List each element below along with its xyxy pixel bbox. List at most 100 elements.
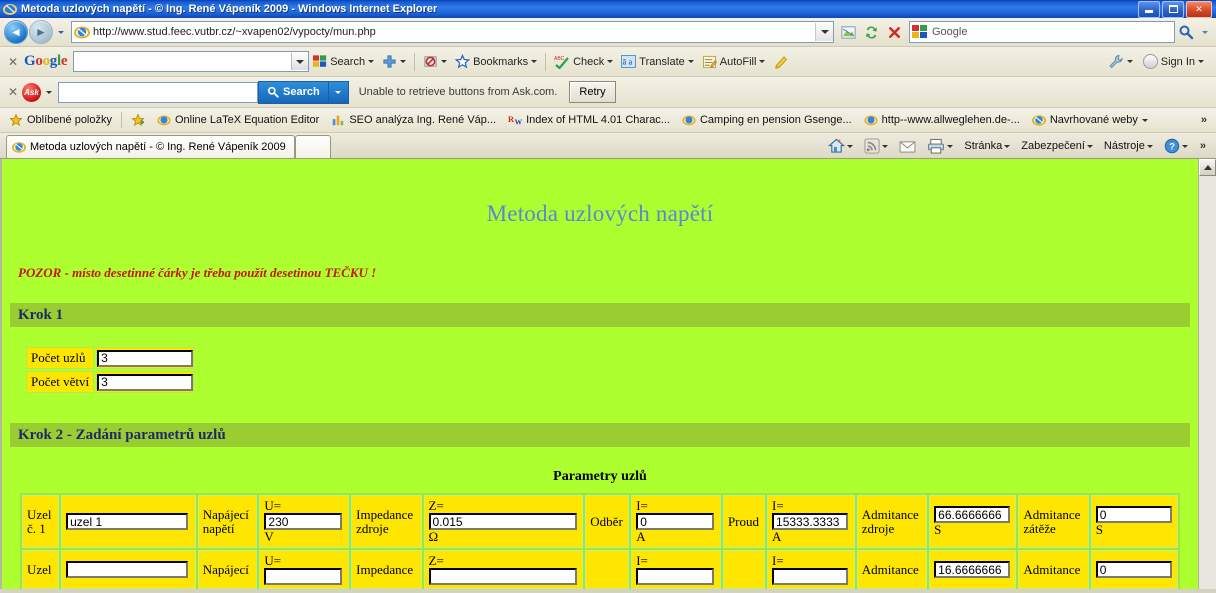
- favorite-item-camping[interactable]: Camping en pension Gsenge...: [676, 110, 858, 130]
- table-row: Počet větví: [26, 371, 195, 393]
- chevron-down-icon[interactable]: [531, 60, 538, 63]
- favorites-overflow-button[interactable]: »: [1195, 114, 1213, 126]
- supply-voltage-label-cell: Napájecí napětí: [197, 495, 258, 549]
- add-favorite-button[interactable]: [125, 110, 151, 130]
- minimize-button[interactable]: [1138, 0, 1160, 18]
- command-bar-overflow-button[interactable]: »: [1194, 140, 1212, 152]
- retry-button[interactable]: Retry: [569, 81, 616, 103]
- google-plus-button[interactable]: [378, 51, 410, 73]
- home-button[interactable]: [823, 135, 858, 157]
- compatibility-view-button[interactable]: [837, 21, 859, 43]
- chevron-down-icon[interactable]: [947, 144, 954, 148]
- ask-logo-dropdown[interactable]: [46, 90, 52, 94]
- vertical-scrollbar[interactable]: [1198, 159, 1216, 589]
- tab-bar: Metoda uzlových napětí - © Ing. René Váp…: [0, 133, 1216, 159]
- popup-blocker-button[interactable]: [419, 51, 451, 73]
- node-name-input[interactable]: [66, 513, 189, 531]
- scroll-up-button[interactable]: [1199, 159, 1216, 176]
- maximize-button[interactable]: [1162, 0, 1184, 18]
- toolbar-settings-button[interactable]: [1104, 51, 1137, 73]
- google-input-dropdown[interactable]: [291, 53, 309, 70]
- source-admittance-label-cell: Admitance zdroje: [856, 495, 928, 549]
- rss-icon: [864, 138, 880, 154]
- address-bar[interactable]: http://www.stud.feec.vutbr.cz/~xvapen02/…: [71, 21, 834, 43]
- stop-button[interactable]: [883, 21, 905, 43]
- draw-current-input[interactable]: [636, 513, 715, 531]
- node-index-label: Uzel č. 1: [27, 506, 52, 536]
- supply-voltage-label: Napájecí napětí: [202, 506, 249, 536]
- favorites-center-button[interactable]: Oblíbené položky: [3, 110, 118, 130]
- chevron-down-icon[interactable]: [1141, 118, 1148, 122]
- chevron-down-icon[interactable]: [1086, 144, 1093, 148]
- chevron-down-icon[interactable]: [368, 60, 375, 63]
- ie-page-icon: [864, 113, 878, 127]
- chevron-down-icon[interactable]: [1146, 144, 1153, 148]
- chevron-down-icon[interactable]: [687, 60, 694, 63]
- google-search-input[interactable]: [73, 51, 310, 72]
- chevron-down-icon[interactable]: [607, 60, 614, 63]
- chevron-down-icon[interactable]: [1181, 144, 1188, 148]
- source-impedance-input[interactable]: [428, 568, 577, 586]
- spellcheck-button[interactable]: ABC Check: [550, 51, 617, 73]
- back-button[interactable]: ◄: [4, 20, 28, 44]
- address-dropdown-button[interactable]: [815, 23, 833, 41]
- favorite-item-latex[interactable]: Online LaTeX Equation Editor: [151, 110, 325, 130]
- node-name-input[interactable]: [66, 561, 189, 579]
- tools-menu-button[interactable]: Nástroje: [1099, 135, 1158, 157]
- chevron-down-icon[interactable]: [759, 60, 766, 63]
- source-admittance-input[interactable]: [934, 561, 1011, 579]
- search-provider-dropdown[interactable]: [1197, 21, 1212, 43]
- draw-label: Odběr: [590, 513, 623, 529]
- favorite-item-html-chars[interactable]: R W Index of HTML 4.01 Charac...: [502, 110, 676, 130]
- load-admittance-input[interactable]: [1095, 561, 1172, 579]
- forward-button[interactable]: ►: [29, 20, 53, 44]
- search-go-button[interactable]: [1175, 21, 1197, 43]
- chevron-down-icon[interactable]: [1126, 60, 1133, 63]
- favorite-item-allweglehen[interactable]: http--www.allweglehen.de-...: [858, 110, 1026, 130]
- page-menu-button[interactable]: Stránka: [959, 135, 1015, 157]
- mail-button[interactable]: [894, 135, 921, 157]
- source-admittance-input[interactable]: [934, 506, 1011, 524]
- print-button[interactable]: [922, 135, 958, 157]
- chevron-down-icon[interactable]: [441, 60, 448, 63]
- sign-in-button[interactable]: Sign In: [1139, 51, 1208, 73]
- load-admittance-input[interactable]: [1095, 506, 1172, 524]
- google-toolbar-close-icon[interactable]: ✕: [4, 55, 22, 69]
- help-button[interactable]: ?: [1159, 135, 1193, 157]
- supply-voltage-input[interactable]: [264, 568, 343, 586]
- chevron-down-icon[interactable]: [1198, 60, 1204, 63]
- scrollbar-track[interactable]: [1199, 176, 1216, 589]
- bookmarks-button[interactable]: Bookmarks: [451, 51, 541, 73]
- chevron-down-icon[interactable]: [1004, 144, 1011, 148]
- chevron-down-icon[interactable]: [847, 144, 854, 148]
- chevron-down-icon[interactable]: [400, 60, 407, 63]
- tab-active[interactable]: Metoda uzlových napětí - © Ing. René Váp…: [6, 135, 295, 158]
- refresh-button[interactable]: [860, 21, 882, 43]
- branch-count-input[interactable]: [97, 373, 194, 391]
- favorite-item-suggested-sites[interactable]: Navrhované weby: [1026, 110, 1154, 130]
- current-value-input[interactable]: [772, 513, 849, 531]
- ask-search-button[interactable]: Search: [258, 80, 329, 104]
- security-menu-label: Zabezpečení: [1021, 140, 1085, 152]
- ask-search-input[interactable]: [58, 81, 258, 103]
- security-menu-button[interactable]: Zabezpečení: [1016, 135, 1098, 157]
- node-count-input[interactable]: [97, 349, 194, 367]
- ask-toolbar-close-icon[interactable]: ✕: [4, 85, 22, 99]
- google-search-button[interactable]: Search: [309, 51, 378, 73]
- supply-voltage-input[interactable]: [264, 513, 343, 531]
- google-colors-icon: [313, 55, 327, 68]
- recent-pages-dropdown[interactable]: [54, 21, 68, 43]
- new-tab-button[interactable]: [294, 135, 331, 158]
- close-button[interactable]: ✕: [1186, 0, 1212, 18]
- draw-current-input[interactable]: [636, 568, 715, 586]
- translate-button[interactable]: ā a Translate: [617, 51, 697, 73]
- source-impedance-input[interactable]: [428, 513, 577, 531]
- feeds-button[interactable]: [859, 135, 893, 157]
- ask-search-dropdown[interactable]: [328, 80, 349, 104]
- highlighter-button[interactable]: [769, 51, 793, 73]
- favorite-item-seo[interactable]: SEO analýza Ing. René Váp...: [325, 110, 502, 130]
- chevron-down-icon[interactable]: [882, 144, 889, 148]
- current-value-input[interactable]: [772, 568, 849, 586]
- autofill-button[interactable]: AutoFill: [698, 51, 770, 73]
- browser-search-box[interactable]: Google: [909, 21, 1175, 43]
